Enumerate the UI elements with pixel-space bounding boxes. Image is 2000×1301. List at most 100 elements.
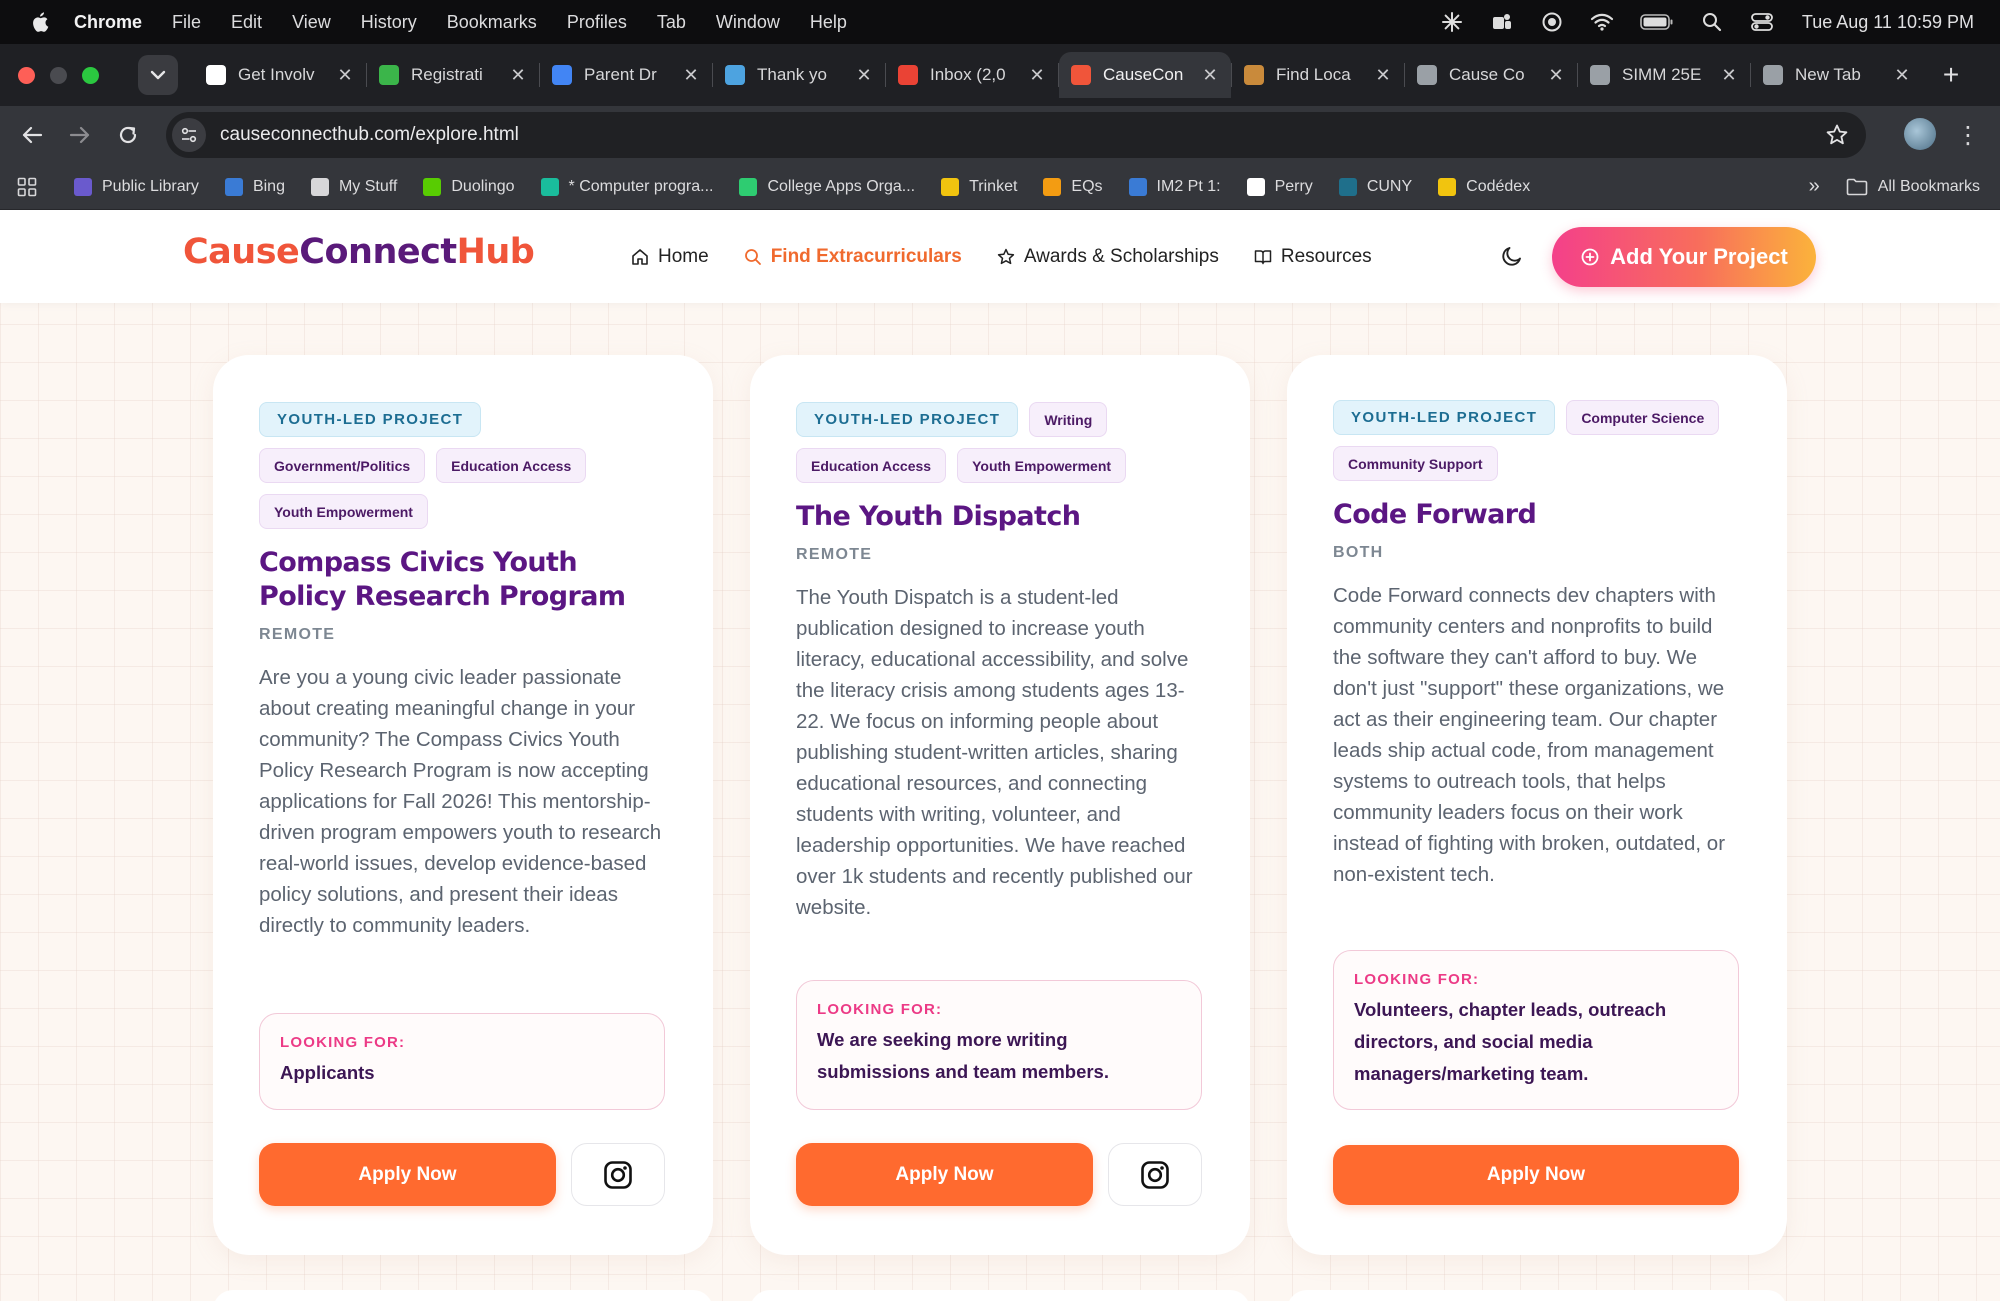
browser-tab[interactable]: Find Loca ✕	[1232, 52, 1404, 98]
menu-help[interactable]: Help	[810, 12, 847, 33]
tab-close-icon[interactable]: ✕	[1547, 65, 1565, 85]
bookmark-item[interactable]: Codédex	[1438, 177, 1530, 196]
tag-topic[interactable]: Computer Science	[1566, 400, 1720, 435]
add-your-project-button[interactable]: Add Your Project	[1552, 227, 1816, 287]
reload-button[interactable]	[110, 117, 146, 153]
tab-close-icon[interactable]: ✕	[682, 65, 700, 85]
nav-find-extracurriculars[interactable]: Find Extracurriculars	[743, 246, 962, 268]
browser-tab[interactable]: CauseCon ✕	[1059, 52, 1231, 98]
menu-profiles[interactable]: Profiles	[567, 12, 627, 33]
bookmark-item[interactable]: Duolingo	[423, 177, 515, 196]
browser-tab[interactable]: Get Involv ✕	[194, 52, 366, 98]
bookmark-item[interactable]: Bing	[224, 177, 285, 196]
apple-icon[interactable]	[26, 9, 52, 35]
tag-topic[interactable]: Government/Politics	[259, 448, 426, 483]
tab-close-icon[interactable]: ✕	[1374, 65, 1392, 85]
apply-now-button[interactable]: Apply Now	[259, 1143, 556, 1206]
bookmark-item[interactable]: College Apps Orga...	[739, 177, 915, 196]
tab-close-icon[interactable]: ✕	[509, 65, 527, 85]
bookmark-label: * Computer progra...	[568, 177, 714, 195]
card-title[interactable]: Code Forward	[1333, 498, 1739, 532]
card-title[interactable]: Compass Civics Youth Policy Research Pro…	[259, 546, 665, 614]
tag-youth-led[interactable]: YOUTH-LED PROJECT	[1333, 400, 1556, 435]
tag-topic[interactable]: Youth Empowerment	[957, 448, 1127, 483]
spotlight-search-icon[interactable]	[1700, 10, 1724, 34]
browser-tab[interactable]: New Tab ✕	[1751, 52, 1923, 98]
browser-tab[interactable]: SIMM 25E ✕	[1578, 52, 1750, 98]
browser-tab[interactable]: Inbox (2,0 ✕	[886, 52, 1058, 98]
bookmark-item[interactable]: Trinket	[941, 177, 1017, 196]
control-center-icon[interactable]	[1750, 10, 1774, 34]
bookmark-item[interactable]: Perry	[1246, 177, 1313, 196]
tag-youth-led[interactable]: YOUTH-LED PROJECT	[259, 402, 482, 437]
instagram-button[interactable]	[1108, 1143, 1202, 1206]
more-menu-icon[interactable]: ⋮	[1956, 120, 1980, 150]
browser-tab[interactable]: Registrati ✕	[367, 52, 539, 98]
menu-bookmarks[interactable]: Bookmarks	[447, 12, 537, 33]
back-button[interactable]	[14, 117, 50, 153]
maximize-window-button[interactable]	[82, 66, 99, 84]
teams-icon[interactable]	[1490, 10, 1514, 34]
nav-home-label: Home	[658, 245, 709, 267]
record-icon[interactable]	[1540, 10, 1564, 34]
address-bar[interactable]: causeconnecthub.com/explore.html	[166, 112, 1866, 158]
home-icon	[630, 247, 650, 267]
card-title[interactable]: The Youth Dispatch	[796, 500, 1202, 534]
bookmark-item[interactable]: Public Library	[74, 177, 199, 196]
sparkle-icon[interactable]	[1440, 10, 1464, 34]
browser-tab[interactable]: Cause Co ✕	[1405, 52, 1577, 98]
bookmark-item[interactable]: EQs	[1043, 177, 1103, 196]
browser-tab[interactable]: Thank yo ✕	[713, 52, 885, 98]
menu-clock[interactable]: Tue Aug 11 10:59 PM	[1802, 12, 1974, 33]
tag-topic[interactable]: Community Support	[1333, 446, 1498, 481]
close-window-button[interactable]	[18, 66, 35, 84]
tab-close-icon[interactable]: ✕	[1893, 65, 1911, 85]
nav-resources[interactable]: Resources	[1253, 246, 1372, 268]
bookmark-item[interactable]: CUNY	[1338, 177, 1412, 196]
menu-file[interactable]: File	[172, 12, 201, 33]
instagram-button[interactable]	[571, 1143, 665, 1206]
apply-now-button[interactable]: Apply Now	[1333, 1145, 1739, 1205]
new-tab-button[interactable]: +	[1935, 59, 1967, 91]
tag-topic[interactable]: Writing	[1029, 402, 1108, 437]
tab-close-icon[interactable]: ✕	[336, 65, 354, 85]
moon-icon[interactable]	[1498, 242, 1526, 270]
url-text[interactable]: causeconnecthub.com/explore.html	[220, 124, 519, 146]
tag-youth-led[interactable]: YOUTH-LED PROJECT	[796, 402, 1019, 437]
menu-tab[interactable]: Tab	[657, 12, 686, 33]
apply-now-button[interactable]: Apply Now	[796, 1143, 1093, 1206]
more-bookmarks-icon[interactable]: »	[1809, 175, 1820, 198]
menu-window[interactable]: Window	[716, 12, 780, 33]
forward-button[interactable]	[62, 117, 98, 153]
project-card: YOUTH-LED PROJECT Writing Education Acce…	[750, 355, 1250, 1255]
tab-close-icon[interactable]: ✕	[1028, 65, 1046, 85]
tag-topic[interactable]: Education Access	[796, 448, 947, 483]
bookmark-item[interactable]: My Stuff	[310, 177, 397, 196]
nav-awards[interactable]: Awards & Scholarships	[996, 246, 1219, 268]
book-open-icon	[1253, 247, 1273, 267]
bookmark-star-icon[interactable]	[1824, 122, 1850, 148]
logo-hub-text: Hub	[456, 232, 535, 272]
tag-topic[interactable]: Youth Empowerment	[259, 494, 428, 529]
site-logo[interactable]: CauseConnectHub	[183, 232, 535, 272]
profile-avatar[interactable]	[1904, 118, 1936, 150]
menu-history[interactable]: History	[361, 12, 417, 33]
menu-app-chrome[interactable]: Chrome	[74, 12, 142, 33]
wifi-icon[interactable]	[1590, 10, 1614, 34]
menu-edit[interactable]: Edit	[231, 12, 262, 33]
tag-topic[interactable]: Education Access	[436, 448, 587, 483]
tab-close-icon[interactable]: ✕	[1201, 65, 1219, 85]
minimize-window-button[interactable]	[50, 66, 67, 84]
tab-close-icon[interactable]: ✕	[1720, 65, 1738, 85]
tab-close-icon[interactable]: ✕	[855, 65, 873, 85]
bookmark-item[interactable]: IM2 Pt 1:	[1128, 177, 1221, 196]
menu-view[interactable]: View	[292, 12, 331, 33]
nav-home[interactable]: Home	[630, 246, 709, 268]
browser-tab[interactable]: Parent Dr ✕	[540, 52, 712, 98]
all-bookmarks-link[interactable]: All Bookmarks	[1846, 178, 1980, 196]
site-info-icon[interactable]	[172, 118, 206, 152]
bookmark-item[interactable]: * Computer progra...	[540, 177, 714, 196]
apps-grid-icon[interactable]	[16, 176, 38, 198]
tab-search-button[interactable]	[138, 55, 178, 95]
battery-icon[interactable]	[1640, 10, 1674, 34]
